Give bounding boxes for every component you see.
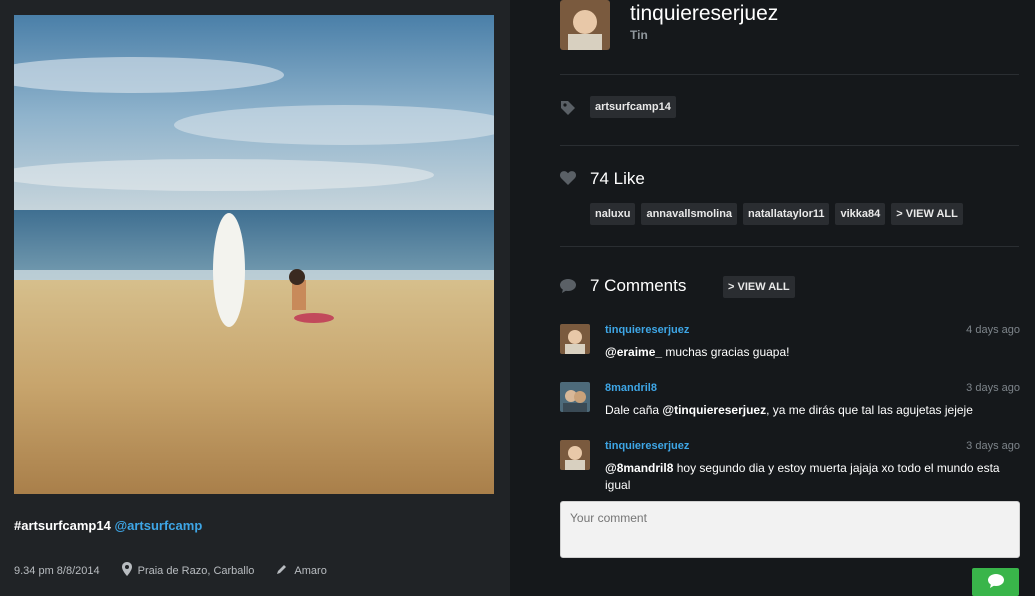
details-panel: tinquiereserjuez Tin artsurfcamp14 74 Li… xyxy=(510,0,1035,596)
comment-mention[interactable]: @8mandril8 xyxy=(605,461,673,475)
comment-username[interactable]: tinquiereserjuez xyxy=(605,440,689,452)
comment-input[interactable] xyxy=(560,501,1020,558)
caption-hashtag[interactable]: #artsurfcamp14 xyxy=(14,518,111,533)
comment-text: @8mandril8 hoy segundo dia y estoy muert… xyxy=(605,460,1020,494)
post-datetime: 9.34 pm 8/8/2014 xyxy=(14,564,100,577)
comment-body: muchas gracias guapa! xyxy=(662,345,790,359)
avatar[interactable] xyxy=(560,324,590,354)
likers-list: naluxu annavallsmolina natallataylor11 v… xyxy=(590,203,963,225)
map-pin-icon xyxy=(121,562,132,579)
speech-bubble-icon xyxy=(987,573,1004,591)
divider xyxy=(560,74,1019,75)
caption-mention[interactable]: @artsurfcamp xyxy=(114,518,202,533)
profile-username[interactable]: tinquiereserjuez xyxy=(630,2,778,26)
comment-time: 3 days ago xyxy=(966,440,1020,452)
comment-time: 4 days ago xyxy=(966,324,1020,336)
likes-count: 74 Like xyxy=(590,169,645,188)
post-meta: 9.34 pm 8/8/2014 Praia de Razo, Carballo… xyxy=(14,562,327,579)
divider xyxy=(560,145,1019,146)
liker-chip[interactable]: natallataylor11 xyxy=(743,203,830,225)
comments-count: 7 Comments xyxy=(590,276,687,295)
avatar[interactable] xyxy=(560,0,610,50)
profile-fullname: Tin xyxy=(630,28,648,42)
comment-body: , ya me dirás que tal las agujetas jejej… xyxy=(766,403,973,417)
comment-text: @eraime_ muchas gracias guapa! xyxy=(605,344,1020,361)
comment-text: Dale caña @tinquiereserjuez, ya me dirás… xyxy=(605,402,1020,419)
speech-bubble-icon xyxy=(560,279,576,298)
avatar[interactable] xyxy=(560,382,590,412)
comments-view-all-button[interactable]: > VIEW ALL xyxy=(723,276,795,298)
comment-username[interactable]: tinquiereserjuez xyxy=(605,324,689,336)
divider xyxy=(560,246,1019,247)
liker-chip[interactable]: annavallsmolina xyxy=(641,203,738,225)
liker-chip[interactable]: naluxu xyxy=(590,203,636,225)
comment-time: 3 days ago xyxy=(966,382,1020,394)
comment-body: Dale caña xyxy=(605,403,663,417)
post-location[interactable]: Praia de Razo, Carballo xyxy=(138,565,255,577)
tag-list: artsurfcamp14 xyxy=(590,96,676,118)
tag-icon xyxy=(560,100,576,121)
post-caption: #artsurfcamp14 @artsurfcamp xyxy=(14,518,202,533)
heart-icon xyxy=(560,171,576,190)
likes-view-all-button[interactable]: > VIEW ALL xyxy=(891,203,963,225)
avatar[interactable] xyxy=(560,440,590,470)
comment-mention[interactable]: @eraime_ xyxy=(605,345,662,359)
comment-username[interactable]: 8mandril8 xyxy=(605,382,657,394)
tag-chip[interactable]: artsurfcamp14 xyxy=(590,96,676,118)
photo-panel: #artsurfcamp14 @artsurfcamp 9.34 pm 8/8/… xyxy=(0,0,510,596)
post-photo[interactable] xyxy=(14,15,494,494)
comment-mention[interactable]: @tinquiereserjuez xyxy=(662,403,766,417)
liker-chip[interactable]: vikka84 xyxy=(835,203,886,225)
send-comment-button[interactable] xyxy=(972,568,1019,596)
post-filter: Amaro xyxy=(294,564,327,577)
pencil-icon xyxy=(276,563,288,578)
